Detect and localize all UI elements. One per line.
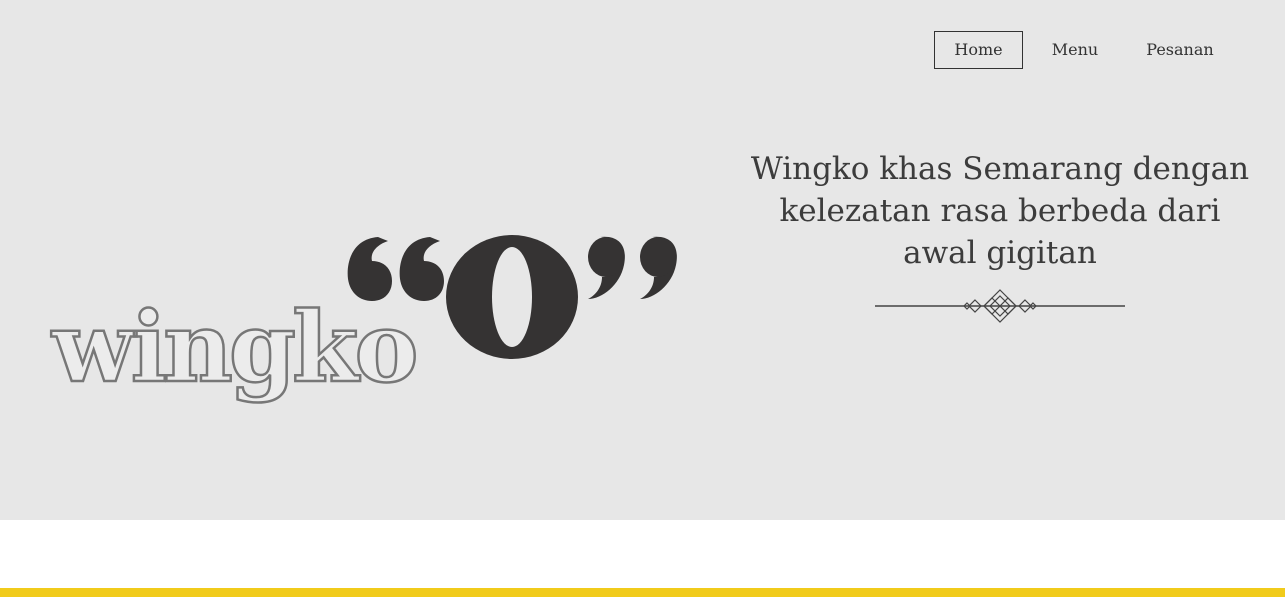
tagline-line-1: Wingko khas Semarang dengan	[750, 151, 1250, 187]
nav-pesanan-link[interactable]: Pesanan	[1127, 31, 1233, 69]
logo-big-o	[446, 235, 578, 359]
wingko-o-logo: wingko	[50, 235, 677, 405]
close-quote-mark	[588, 236, 677, 299]
tagline-line-3: awal gigitan	[903, 235, 1097, 271]
content-band	[0, 520, 1285, 588]
tagline-line-2: kelezatan rasa berbeda dari	[779, 193, 1221, 229]
nav-home-link[interactable]: Home	[934, 31, 1023, 69]
yellow-accent-bar	[0, 588, 1285, 597]
logo-word: wingko	[51, 291, 416, 404]
main-nav: Home Menu Pesanan	[934, 31, 1233, 69]
hero-section: Home Menu Pesanan wingko Wingko khas Sem…	[0, 0, 1285, 520]
nav-menu-link[interactable]: Menu	[1023, 31, 1127, 69]
hero-tagline: Wingko khas Semarang dengan kelezatan ra…	[750, 148, 1250, 274]
ornament-divider-icon	[875, 289, 1125, 323]
